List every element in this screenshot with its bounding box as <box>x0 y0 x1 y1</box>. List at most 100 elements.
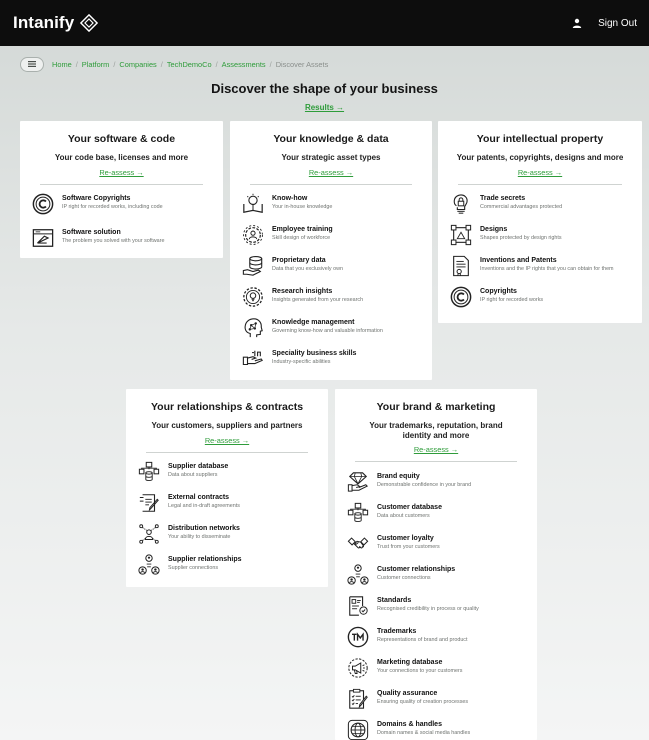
org-database-icon <box>138 461 160 483</box>
top-right-actions: Sign Out <box>572 18 637 29</box>
checklist-icon <box>347 688 369 710</box>
asset-item-customer-relationships[interactable]: Customer relationships Customer connecti… <box>347 564 525 586</box>
card-software-code: Your software & code Your code base, lic… <box>20 121 223 258</box>
brand-name: Intanify <box>13 13 75 32</box>
asset-item-quality-assurance[interactable]: Quality assurance Ensuring quality of cr… <box>347 688 525 710</box>
breadcrumb-companies[interactable]: Companies <box>119 60 156 69</box>
asset-description: Data about suppliers <box>168 471 218 478</box>
breadcrumb-separator: / <box>113 59 116 69</box>
people-connect-icon <box>347 564 369 586</box>
database-hand-icon <box>242 255 264 277</box>
asset-item-external-contracts[interactable]: External contracts Legal and in-draft ag… <box>138 492 316 514</box>
asset-item-domains-handles[interactable]: Domains & handles Domain names & social … <box>347 719 525 740</box>
reassess-link[interactable]: Re-assess → <box>347 445 525 454</box>
breadcrumb-separator: / <box>75 59 78 69</box>
asset-name: Proprietary data <box>272 256 326 264</box>
asset-list: Brand equity Demonstrable confidence in … <box>347 471 525 740</box>
asset-item-trade-secrets[interactable]: Trade secrets Commercial advantages prot… <box>450 193 630 215</box>
contract-pen-icon <box>138 492 160 514</box>
asset-name: Customer loyalty <box>377 535 434 543</box>
gear-person-icon <box>242 224 264 246</box>
brand-logo[interactable]: Intanify <box>13 13 99 33</box>
asset-name: Marketing database <box>377 659 443 667</box>
asset-item-research-insights[interactable]: Research insights Insights generated fro… <box>242 286 420 308</box>
asset-item-employee-training[interactable]: Employee training Skill design of workfo… <box>242 224 420 246</box>
card-subtitle: Your trademarks, reputation, brand ident… <box>369 421 503 440</box>
asset-description: IP right for recorded works, including c… <box>62 203 163 210</box>
asset-description: Data about customers <box>377 513 430 520</box>
asset-name: Designs <box>480 225 508 233</box>
asset-item-know-how[interactable]: Know-how Your in-house knowledge <box>242 193 420 215</box>
asset-description: Governing know-how and valuable informat… <box>272 327 383 334</box>
user-icon[interactable] <box>572 18 582 28</box>
breadcrumb-company[interactable]: TechDemoCo <box>167 60 212 69</box>
card-relationships-contracts: Your relationships & contracts Your cust… <box>126 389 328 587</box>
breadcrumb-home[interactable]: Home <box>52 60 72 69</box>
asset-item-trademarks[interactable]: Trademarks Representations of brand and … <box>347 626 525 648</box>
asset-item-supplier-database[interactable]: Supplier database Data about suppliers <box>138 461 316 483</box>
asset-description: Legal and in-draft agreements <box>168 502 240 509</box>
asset-item-copyrights[interactable]: Copyrights IP right for recorded works <box>450 286 630 308</box>
reassess-link[interactable]: Re-assess → <box>32 168 211 177</box>
bulb-lock-icon <box>450 193 472 215</box>
asset-description: Your ability to disseminate <box>168 533 231 540</box>
asset-description: Your in-house knowledge <box>272 203 333 210</box>
breadcrumb-current: Discover Assets <box>275 59 329 69</box>
asset-description: Representations of brand and product <box>377 637 468 644</box>
asset-description: Domain names & social media handles <box>377 730 471 737</box>
asset-item-brand-equity[interactable]: Brand equity Demonstrable confidence in … <box>347 471 525 493</box>
sign-out-button[interactable]: Sign Out <box>598 18 637 29</box>
asset-name: Knowledge management <box>272 318 355 326</box>
asset-item-customer-loyalty[interactable]: Customer loyalty Trust from your custome… <box>347 533 525 555</box>
asset-name: Brand equity <box>377 473 420 481</box>
copyright-icon <box>32 193 54 215</box>
asset-name: Software solution <box>62 228 121 236</box>
divider <box>146 451 308 453</box>
asset-item-customer-database[interactable]: Customer database Data about customers <box>347 502 525 524</box>
breadcrumb-assessments[interactable]: Assessments <box>222 60 266 69</box>
megaphone-icon <box>347 657 369 679</box>
asset-item-software-copyrights[interactable]: Software Copyrights IP right for recorde… <box>32 193 211 215</box>
menu-toggle-button[interactable] <box>20 56 44 72</box>
asset-description: IP right for recorded works <box>480 296 544 303</box>
breadcrumb-separator: / <box>269 59 272 69</box>
reassess-link[interactable]: Re-assess → <box>450 168 630 177</box>
asset-name: Supplier database <box>168 462 229 470</box>
copyright-icon <box>450 286 472 308</box>
asset-description: Inventions and the IP rights that you ca… <box>480 265 614 272</box>
card-title: Your brand & marketing <box>376 401 496 413</box>
asset-item-standards[interactable]: Standards Recognised credibility in proc… <box>347 595 525 617</box>
asset-name: Speciality business skills <box>272 349 357 357</box>
breadcrumb-bar: Home / Platform / Companies / TechDemoCo… <box>0 49 649 79</box>
handshake-icon <box>347 533 369 555</box>
asset-description: The problem you solved with your softwar… <box>62 237 165 244</box>
asset-name: Inventions and Patents <box>480 256 557 264</box>
card-title: Your knowledge & data <box>273 133 389 145</box>
asset-name: Know-how <box>272 194 308 202</box>
asset-name: Customer relationships <box>377 566 456 574</box>
asset-list: Software Copyrights IP right for recorde… <box>32 193 211 249</box>
asset-item-distribution-networks[interactable]: Distribution networks Your ability to di… <box>138 523 316 545</box>
asset-name: Supplier relationships <box>168 555 242 563</box>
asset-name: Domains & handles <box>377 721 442 729</box>
standards-icon <box>347 595 369 617</box>
asset-description: Commercial advantages protected <box>480 203 563 210</box>
results-link[interactable]: Results → <box>0 103 649 112</box>
asset-item-proprietary-data[interactable]: Proprietary data Data that you exclusive… <box>242 255 420 277</box>
reassess-link[interactable]: Re-assess → <box>242 168 420 177</box>
asset-item-knowledge-management[interactable]: Knowledge management Governing know-how … <box>242 317 420 339</box>
breadcrumb-platform[interactable]: Platform <box>82 60 110 69</box>
divider <box>40 183 203 185</box>
asset-item-designs[interactable]: Designs Shapes protected by design right… <box>450 224 630 246</box>
top-bar: Intanify Sign Out <box>0 0 649 46</box>
asset-description: Demonstrable confidence in your brand <box>377 482 472 489</box>
card-subtitle: Your customers, suppliers and partners <box>151 421 303 430</box>
asset-item-software-solution[interactable]: Software solution The problem you solved… <box>32 227 211 249</box>
asset-name: Employee training <box>272 225 333 233</box>
asset-item-supplier-relationships[interactable]: Supplier relationships Supplier connecti… <box>138 554 316 576</box>
reassess-link[interactable]: Re-assess → <box>138 436 316 445</box>
asset-item-marketing-database[interactable]: Marketing database Your connections to y… <box>347 657 525 679</box>
asset-item-speciality-skills[interactable]: Speciality business skills Industry-spec… <box>242 348 420 370</box>
divider <box>355 461 517 463</box>
asset-item-inventions-patents[interactable]: Inventions and Patents Inventions and th… <box>450 255 630 277</box>
